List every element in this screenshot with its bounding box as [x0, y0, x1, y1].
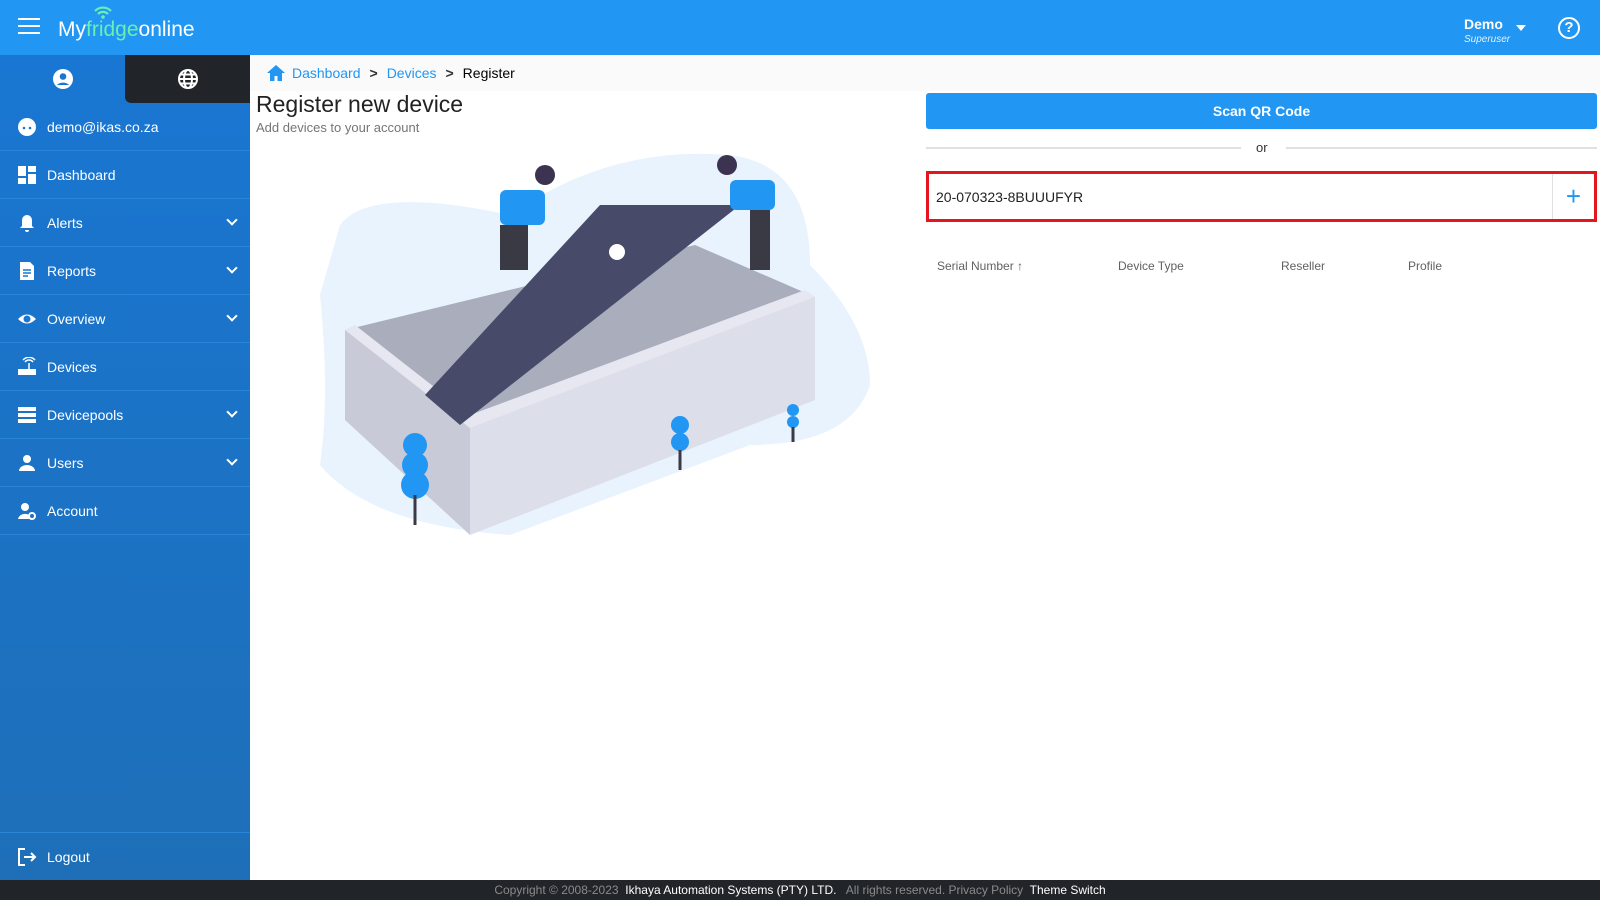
tab-global[interactable] [125, 55, 250, 103]
page-title: Register new device [256, 91, 463, 118]
column-profile[interactable]: Profile [1408, 259, 1442, 273]
sort-arrow-up-icon: ↑ [1017, 259, 1023, 273]
breadcrumb-current: Register [463, 65, 515, 81]
sidebar-item-label: Devicepools [47, 407, 123, 423]
sidebar-item-label: Reports [47, 263, 96, 279]
breadcrumb-dashboard[interactable]: Dashboard [292, 65, 361, 81]
sidebar-item-label: Alerts [47, 215, 83, 231]
user-name[interactable]: Demo [1464, 16, 1503, 32]
add-device-button[interactable]: + [1552, 174, 1594, 219]
user-role: Superuser [1464, 34, 1510, 45]
chevron-down-icon[interactable] [226, 454, 237, 465]
logout-button[interactable]: Logout [0, 832, 250, 880]
storage-icon [17, 405, 37, 425]
serial-number-input[interactable] [936, 174, 1536, 219]
logout-icon [17, 847, 37, 867]
sidebar-item-label: Users [47, 455, 84, 471]
page-subtitle: Add devices to your account [256, 120, 419, 135]
chevron-down-icon[interactable] [226, 406, 237, 417]
sidebar-item-label: Devices [47, 359, 97, 375]
footer: Copyright © 2008-2023 Ikhaya Automation … [0, 880, 1600, 900]
home-icon[interactable] [266, 64, 286, 82]
person-icon [17, 453, 37, 473]
bell-icon [17, 213, 37, 233]
sidebar-item-devices[interactable]: Devices [0, 343, 250, 391]
app-logo[interactable]: Myfridgeonline [58, 18, 195, 42]
logout-label: Logout [47, 849, 90, 865]
register-illustration [310, 145, 880, 545]
top-bar: Myfridgeonline Demo Superuser ? [0, 0, 1600, 55]
sidebar-item-label: Account [47, 503, 98, 519]
column-serial-number[interactable]: Serial Number ↑ [937, 259, 1023, 273]
scan-qr-button[interactable]: Scan QR Code [926, 93, 1597, 129]
sidebar-item-account[interactable]: Account [0, 487, 250, 535]
copyright: Copyright © 2008-2023 [494, 883, 618, 897]
report-icon [17, 261, 37, 281]
or-label: or [1256, 140, 1268, 155]
help-icon[interactable]: ? [1558, 17, 1580, 39]
company-link[interactable]: Ikhaya Automation Systems (PTY) LTD. [625, 883, 836, 897]
sidebar-item-overview[interactable]: Overview [0, 295, 250, 343]
or-divider: or [926, 140, 1597, 156]
tab-account[interactable] [0, 55, 125, 103]
chevron-down-icon[interactable] [1516, 25, 1526, 31]
theme-switch[interactable]: Theme Switch [1030, 883, 1106, 897]
sidebar-item-devicepools[interactable]: Devicepools [0, 391, 250, 439]
dashboard-icon [17, 165, 37, 185]
face-icon [17, 117, 37, 137]
user-email: demo@ikas.co.za [47, 119, 158, 135]
menu-icon[interactable] [18, 18, 40, 36]
chevron-down-icon[interactable] [226, 310, 237, 321]
column-reseller[interactable]: Reseller [1281, 259, 1325, 273]
sidebar-item-users[interactable]: Users [0, 439, 250, 487]
eye-icon [17, 309, 37, 329]
sidebar-user-email: demo@ikas.co.za [0, 103, 250, 151]
breadcrumb-devices[interactable]: Devices [387, 65, 437, 81]
wifi-icon [93, 5, 113, 19]
globe-icon [177, 68, 199, 90]
sidebar-item-dashboard[interactable]: Dashboard [0, 151, 250, 199]
account-settings-icon [17, 501, 37, 521]
chevron-down-icon[interactable] [226, 262, 237, 273]
privacy-policy-link[interactable]: All rights reserved. Privacy Policy [846, 883, 1023, 897]
sidebar-item-label: Dashboard [47, 167, 116, 183]
breadcrumb: Dashboard> Devices> Register [250, 55, 1600, 91]
chevron-down-icon[interactable] [226, 214, 237, 225]
router-icon [17, 357, 37, 377]
serial-number-field: + [926, 171, 1597, 222]
sidebar: demo@ikas.co.za Dashboard Alerts Reports Ov… [0, 55, 250, 880]
sidebar-item-reports[interactable]: Reports [0, 247, 250, 295]
column-device-type[interactable]: Device Type [1118, 259, 1184, 273]
sidebar-item-alerts[interactable]: Alerts [0, 199, 250, 247]
sidebar-item-label: Overview [47, 311, 105, 327]
account-circle-icon [52, 68, 74, 90]
